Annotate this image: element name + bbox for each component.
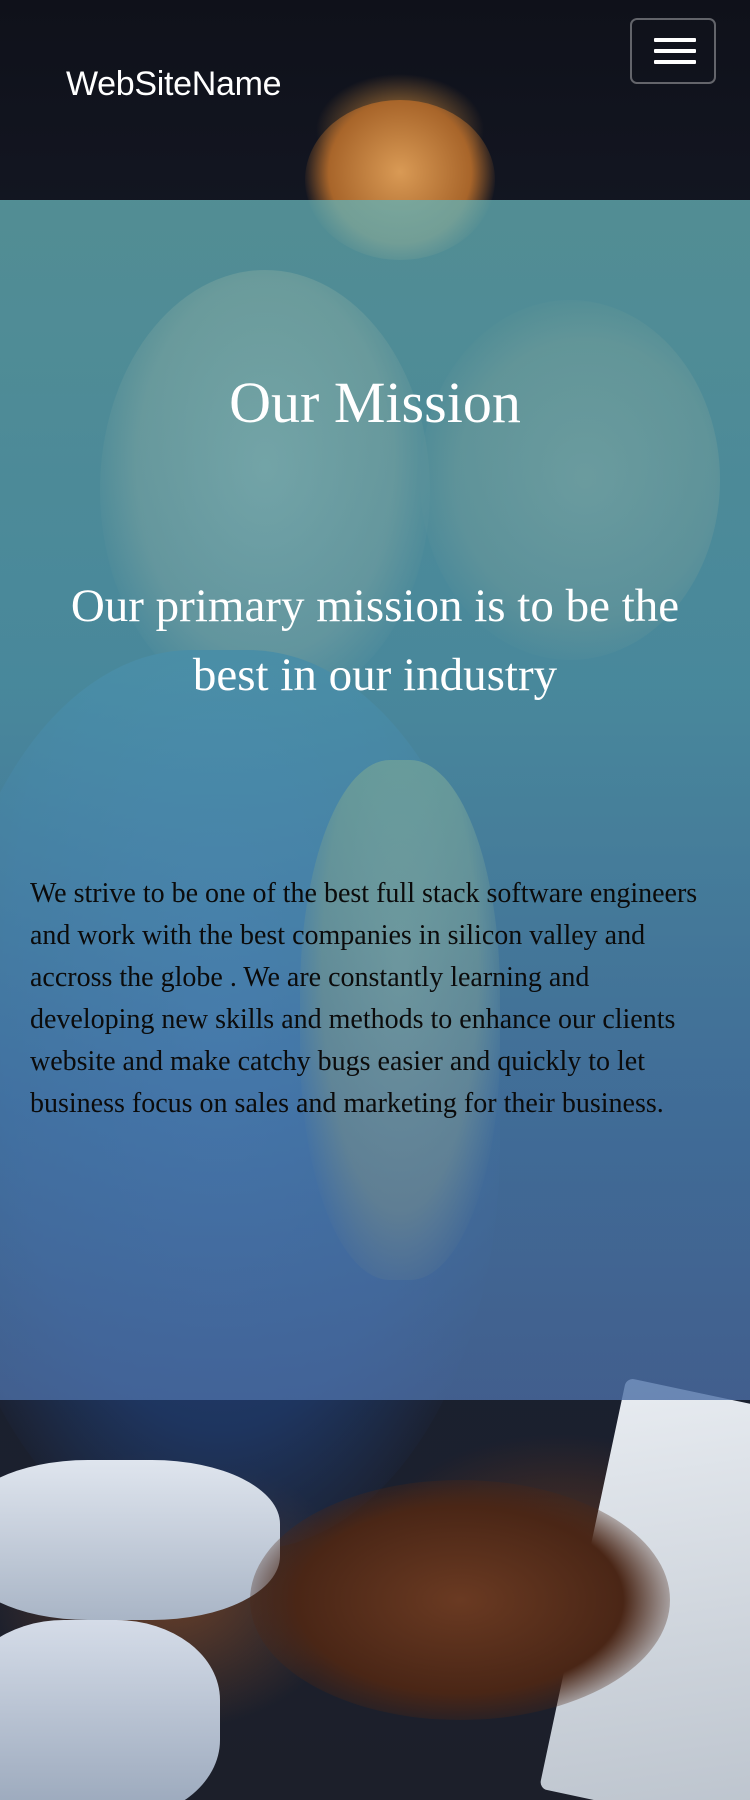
menu-toggle-button[interactable] xyxy=(630,18,716,84)
background-photo-detail xyxy=(0,1620,220,1800)
background-photo-detail xyxy=(0,1460,280,1620)
mission-title: Our Mission xyxy=(229,370,521,435)
mission-description: We strive to be one of the best full sta… xyxy=(30,878,698,1119)
navbar: WebSiteName xyxy=(0,0,750,200)
mission-subtitle: Our primary mission is to be the best in… xyxy=(70,580,680,701)
brand-logo-link[interactable]: WebSiteName xyxy=(66,62,282,106)
mission-section: Our Mission Our primary mission is to be… xyxy=(0,200,750,1400)
background-photo-detail xyxy=(250,1480,670,1720)
